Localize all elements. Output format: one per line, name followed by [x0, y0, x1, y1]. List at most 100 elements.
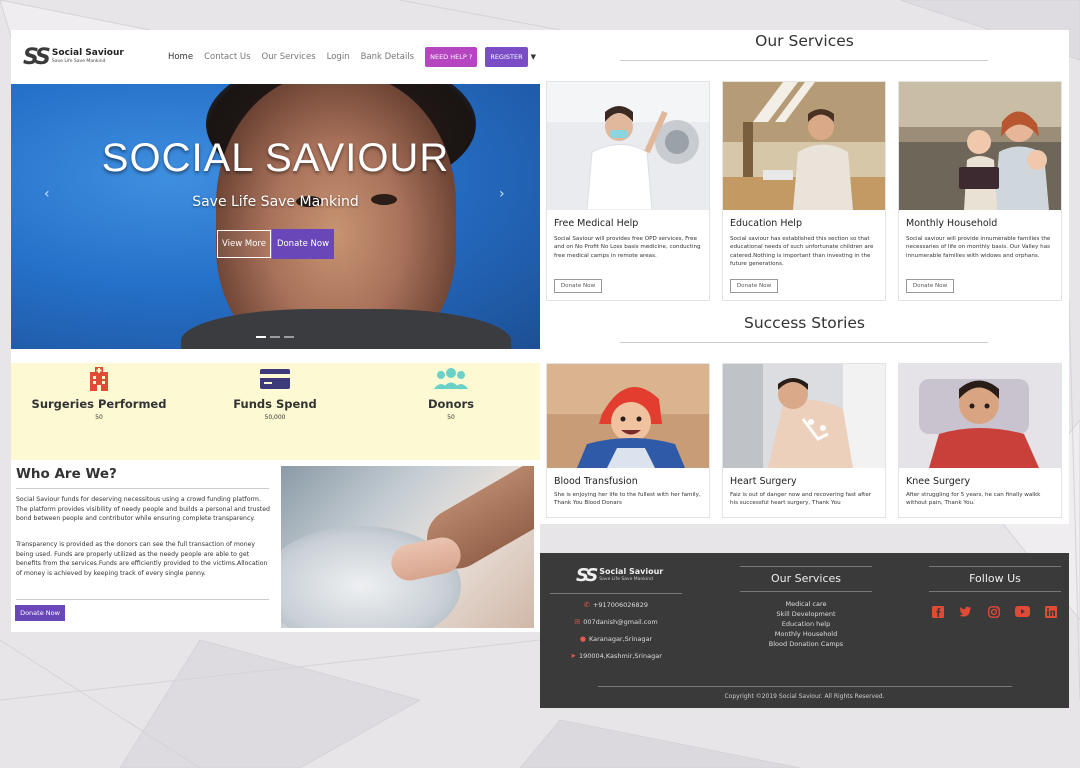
story-card: Heart Surgery Faiz is out of danger now …: [722, 363, 886, 518]
card-body: Faiz is out of danger now and recovering…: [730, 492, 872, 507]
card-title: Blood Transfusion: [554, 476, 638, 487]
service-card: Education Help Social saviour has establ…: [722, 81, 886, 301]
footer-address: ● Karanagar,Srinagar: [550, 635, 682, 643]
youtube-icon[interactable]: [1015, 605, 1030, 618]
footer-link[interactable]: Skill Development: [740, 610, 872, 618]
logo-tagline: Save Life Save Mankind: [599, 577, 653, 583]
users-icon: [363, 367, 539, 391]
homepage-screenshot: SS Social Saviour Save Life Save Mankind…: [11, 30, 540, 632]
card-body: She is enjoying her life to the fullest …: [554, 492, 701, 507]
map-pin-icon: ●: [579, 635, 586, 643]
chevron-right-icon[interactable]: ›: [499, 186, 505, 202]
divider: [16, 599, 269, 600]
divider: [550, 593, 682, 594]
carousel-dot[interactable]: [256, 336, 266, 338]
who-paragraph: Transparency is provided as the donors c…: [16, 541, 268, 577]
view-more-button[interactable]: View More: [217, 230, 271, 258]
hero-carousel: SOCIAL SAVIOUR Save Life Save Mankind Vi…: [11, 84, 540, 349]
section-title: Who Are We?: [16, 466, 117, 482]
hero-donate-button[interactable]: Donate Now: [272, 229, 334, 259]
footer-logo[interactable]: SS Social Saviour Save Life Save Mankind: [576, 565, 663, 586]
nav-home[interactable]: Home: [168, 52, 193, 62]
facebook-icon[interactable]: [931, 605, 944, 618]
chevron-down-icon[interactable]: ▼: [531, 53, 536, 61]
service-donate-button[interactable]: Donate Now: [906, 279, 954, 293]
footer-link[interactable]: Monthly Household: [740, 630, 872, 638]
nav-our-services[interactable]: Our Services: [262, 52, 316, 62]
footer-follow-title: Follow Us: [969, 572, 1021, 585]
logo-mark: SS: [576, 565, 598, 586]
story-image-heart: [723, 364, 885, 468]
nav-login[interactable]: Login: [327, 52, 350, 62]
divider: [16, 488, 269, 489]
logo-tagline: Save Life Save Mankind: [51, 59, 106, 65]
card-title: Monthly Household: [906, 218, 998, 229]
footer-link[interactable]: Blood Donation Camps: [740, 640, 872, 648]
footer-phone[interactable]: ✆ +917006026829: [550, 601, 682, 609]
services-title: Our Services: [755, 32, 854, 50]
service-image-education: [723, 82, 885, 210]
need-help-button[interactable]: NEED HELP ?: [425, 47, 478, 67]
logo-name: Social Saviour: [599, 567, 664, 577]
service-donate-button[interactable]: Donate Now: [730, 279, 778, 293]
stat-value: 50: [447, 414, 455, 421]
footer-screenshot: SS Social Saviour Save Life Save Mankind…: [540, 553, 1069, 708]
divider: [740, 566, 872, 567]
service-card: Free Medical Help Social Saviour will pr…: [546, 81, 710, 301]
carousel-dot[interactable]: [270, 336, 280, 338]
story-image-knee: [899, 364, 1061, 468]
stat-funds: Funds Spend 50,000: [187, 363, 363, 460]
contact-text: Karanagar,Srinagar: [588, 635, 653, 643]
who-paragraph: Social Saviour funds for deserving neces…: [16, 496, 270, 522]
footer-email[interactable]: ✉ 007danish@gmail.com: [550, 618, 682, 626]
footer-link[interactable]: Education help: [740, 620, 872, 628]
logo[interactable]: SS Social Saviour Save Life Save Mankind: [23, 45, 124, 70]
card-body: Social saviour will provide innumerable …: [906, 236, 1051, 259]
story-image-blood: [547, 364, 709, 468]
divider: [929, 566, 1061, 567]
story-card: Knee Surgery After struggling for 5 year…: [898, 363, 1062, 518]
linkedin-icon[interactable]: [1044, 605, 1057, 618]
navbar: SS Social Saviour Save Life Save Mankind…: [11, 30, 540, 84]
card-title: Education Help: [730, 218, 802, 229]
stat-value: 50: [95, 414, 103, 421]
register-button[interactable]: REGISTER: [485, 47, 528, 67]
stat-value: 50,000: [264, 414, 286, 421]
stat-label: Surgeries Performed: [31, 397, 167, 411]
location-arrow-icon: ➤: [570, 652, 576, 660]
nav-bank-details[interactable]: Bank Details: [361, 52, 415, 62]
service-image-household: [899, 82, 1061, 210]
who-donate-button[interactable]: Donate Now: [15, 605, 65, 621]
instagram-icon[interactable]: [987, 605, 1000, 618]
who-are-we-section: Who Are We? Social Saviour funds for des…: [11, 460, 540, 632]
service-donate-button[interactable]: Donate Now: [554, 279, 602, 293]
envelope-icon: ✉: [574, 618, 581, 626]
card-title: Knee Surgery: [906, 476, 971, 487]
contact-text: 190004,Kashmir,Srinagar: [578, 652, 662, 660]
credit-card-icon: [187, 367, 363, 391]
chevron-left-icon[interactable]: ‹: [44, 186, 50, 202]
divider: [598, 686, 1012, 687]
carousel-indicators: [256, 336, 298, 338]
story-card: Blood Transfusion She is enjoying her li…: [546, 363, 710, 518]
divider: [620, 342, 988, 343]
logo-mark: SS: [23, 44, 51, 70]
footer-link[interactable]: Medical care: [740, 600, 872, 608]
who-image: [281, 466, 534, 628]
divider: [620, 60, 988, 61]
divider: [740, 591, 872, 592]
service-card: Monthly Household Social saviour will pr…: [898, 81, 1062, 301]
divider: [929, 591, 1061, 592]
footer-postal: ➤ 190004,Kashmir,Srinagar: [550, 652, 682, 660]
contact-text: +917006026829: [592, 601, 648, 609]
carousel-dot[interactable]: [284, 336, 294, 338]
stories-title: Success Stories: [743, 314, 865, 332]
copyright: Copyright ©2019 Social Saviour. All Righ…: [724, 693, 885, 700]
card-body: Social saviour has established this sect…: [730, 236, 874, 268]
twitter-icon[interactable]: [959, 605, 972, 618]
services-screenshot: Our Services Free Medical Help Social Sa…: [540, 30, 1069, 524]
contact-text: 007danish@gmail.com: [583, 618, 658, 626]
hospital-icon: [11, 367, 187, 391]
nav-contact-us[interactable]: Contact Us: [204, 52, 250, 62]
footer-services-title: Our Services: [770, 572, 842, 585]
